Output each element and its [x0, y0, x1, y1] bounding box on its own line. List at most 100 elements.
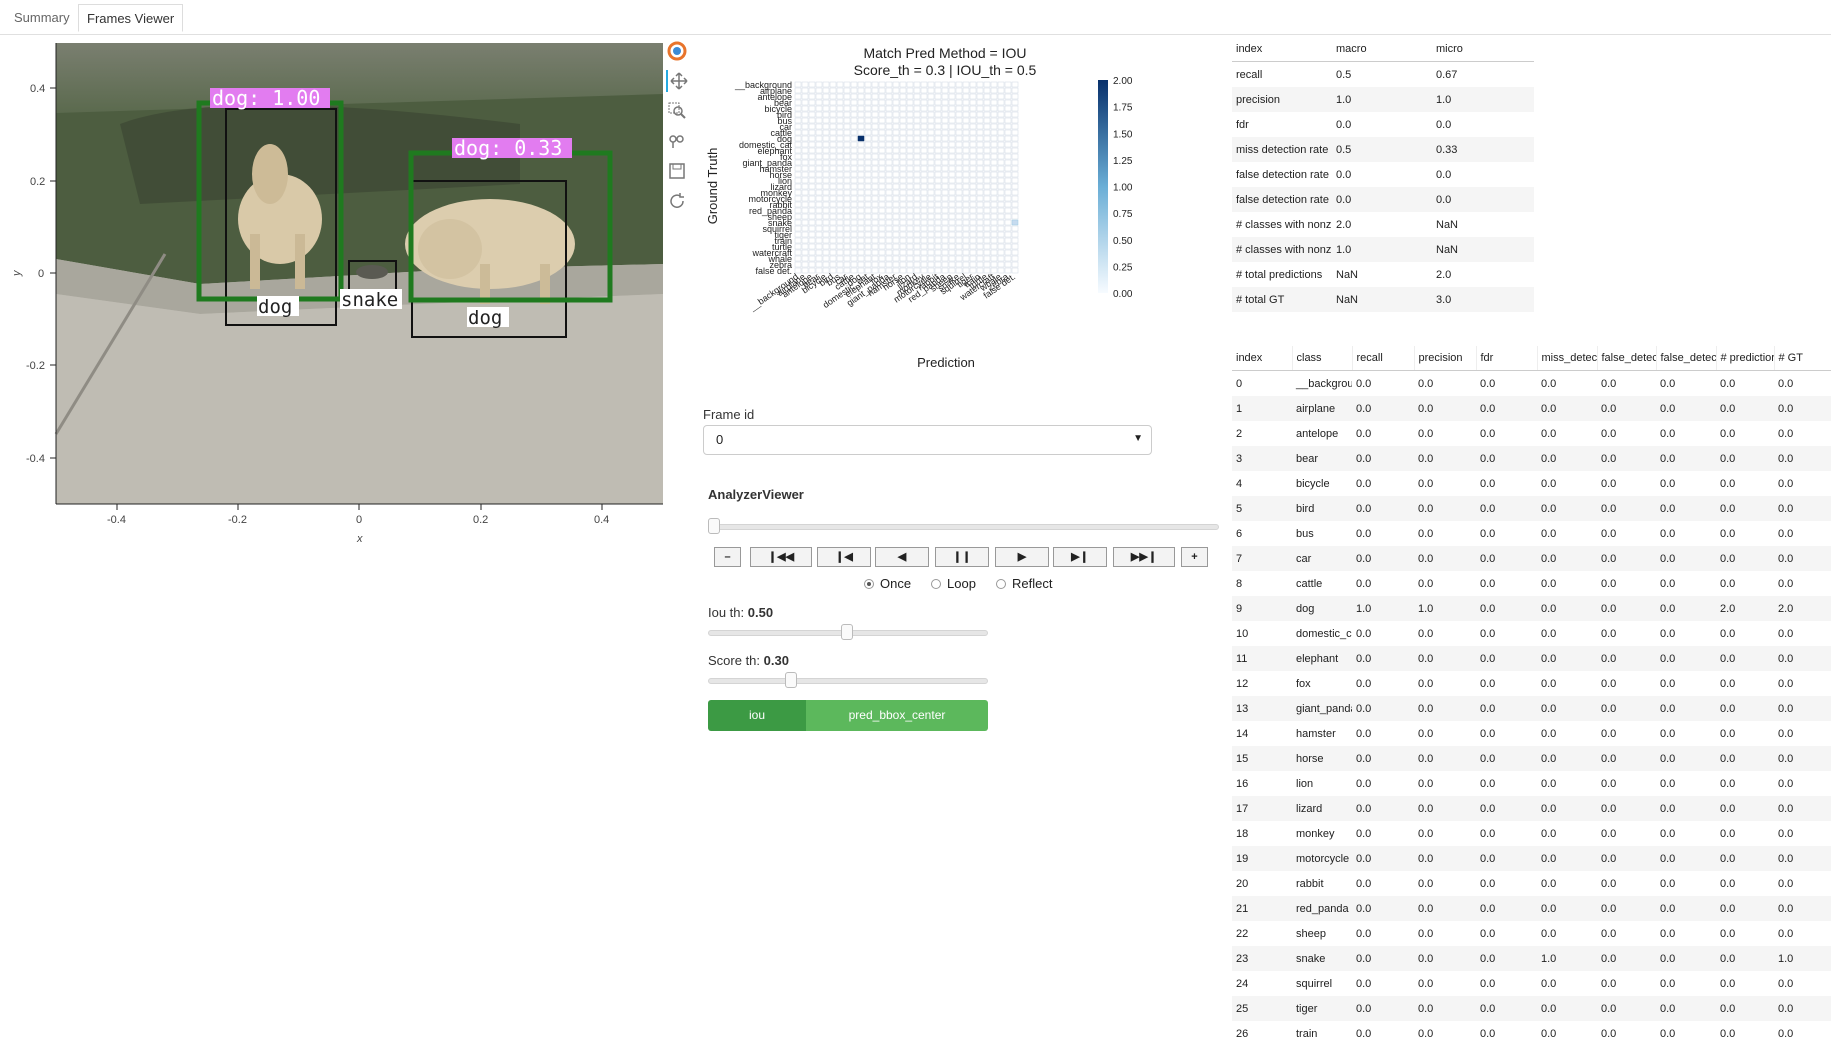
player-button-4[interactable]: ❙❙	[935, 547, 989, 567]
heatmap-cell	[850, 99, 858, 106]
class-row[interactable]: 22 sheep 0.0 0.0 0.0 0.0 0.0 0.0 0.0 0.0	[1232, 921, 1831, 946]
class-row[interactable]: 25 tiger 0.0 0.0 0.0 0.0 0.0 0.0 0.0 0.0	[1232, 996, 1831, 1021]
score-slider-track[interactable]	[708, 678, 988, 684]
frame-image-plot[interactable]: dog: 1.00 dog: 0.33 dog snake dog -0.4 -…	[0, 34, 690, 554]
player-slider-handle[interactable]	[708, 518, 720, 534]
score-slider-handle[interactable]	[785, 672, 798, 688]
class-row[interactable]: 26 train 0.0 0.0 0.0 0.0 0.0 0.0 0.0 0.0	[1232, 1021, 1831, 1046]
class-row[interactable]: 1 airplane 0.0 0.0 0.0 0.0 0.0 0.0 0.0 0.0	[1232, 396, 1831, 421]
class-row[interactable]: 13 giant_panda 0.0 0.0 0.0 0.0 0.0 0.0 0.0 0.0	[1232, 696, 1831, 721]
class-row[interactable]: 6 bus 0.0 0.0 0.0 0.0 0.0 0.0 0.0 0.0	[1232, 521, 1831, 546]
class-row[interactable]: 16 lion 0.0 0.0 0.0 0.0 0.0 0.0 0.0 0.0	[1232, 771, 1831, 796]
summary-row[interactable]: # total GT NaN 3.0	[1232, 287, 1534, 312]
summary-row[interactable]: false detection rate 0.0 0.0	[1232, 162, 1534, 187]
class-row[interactable]: 12 fox 0.0 0.0 0.0 0.0 0.0 0.0 0.0 0.0	[1232, 671, 1831, 696]
class-row[interactable]: 2 antelope 0.0 0.0 0.0 0.0 0.0 0.0 0.0 0.0	[1232, 421, 1831, 446]
summary-row[interactable]: # total predictions NaN 2.0	[1232, 262, 1534, 287]
class-row[interactable]: 23 snake 0.0 0.0 0.0 1.0 0.0 0.0 0.0 1.0	[1232, 946, 1831, 971]
class-row[interactable]: 24 squirrel 0.0 0.0 0.0 0.0 0.0 0.0 0.0 0.0	[1232, 971, 1831, 996]
radio-loop-dot[interactable]	[931, 578, 941, 589]
summary-row[interactable]: # classes with nonz 1.0 NaN	[1232, 237, 1534, 262]
column-header[interactable]: fdr	[1476, 346, 1538, 371]
class-row[interactable]: 0 __backgrou 0.0 0.0 0.0 0.0 0.0 0.0 0.0 0.0	[1232, 371, 1831, 397]
summary-row[interactable]: recall 0.5 0.67	[1232, 62, 1534, 88]
class-row[interactable]: 3 bear 0.0 0.0 0.0 0.0 0.0 0.0 0.0 0.0	[1232, 446, 1831, 471]
column-header[interactable]: # predictior	[1716, 346, 1775, 371]
class-row[interactable]: 11 elephant 0.0 0.0 0.0 0.0 0.0 0.0 0.0 0.0	[1232, 646, 1831, 671]
pan-icon[interactable]	[666, 70, 690, 92]
summary-row[interactable]: miss detection rate 0.5 0.33	[1232, 137, 1534, 162]
class-row[interactable]: 14 hamster 0.0 0.0 0.0 0.0 0.0 0.0 0.0 0.0	[1232, 721, 1831, 746]
heatmap-cell	[997, 105, 1005, 112]
column-header[interactable]: precision	[1414, 346, 1477, 371]
heatmap-cell	[913, 219, 921, 226]
radio-loop[interactable]: Loop	[931, 576, 976, 591]
player-button-5[interactable]: ▶	[995, 547, 1049, 567]
player-button-6[interactable]: ▶❙	[1053, 547, 1107, 567]
column-header[interactable]: micro	[1432, 37, 1534, 62]
frame-id-select[interactable]: 0 ▼	[703, 425, 1152, 455]
class-row[interactable]: 5 bird 0.0 0.0 0.0 0.0 0.0 0.0 0.0 0.0	[1232, 496, 1831, 521]
class-row[interactable]: 7 car 0.0 0.0 0.0 0.0 0.0 0.0 0.0 0.0	[1232, 546, 1831, 571]
heatmap-cell	[941, 153, 949, 160]
summary-row[interactable]: precision 1.0 1.0	[1232, 87, 1534, 112]
summary-row[interactable]: fdr 0.0 0.0	[1232, 112, 1534, 137]
class-row[interactable]: 4 bicycle 0.0 0.0 0.0 0.0 0.0 0.0 0.0 0.0	[1232, 471, 1831, 496]
class-row[interactable]: 8 cattle 0.0 0.0 0.0 0.0 0.0 0.0 0.0 0.0	[1232, 571, 1831, 596]
column-header[interactable]: false_detec	[1597, 346, 1657, 371]
class-row[interactable]: 9 dog 1.0 1.0 0.0 0.0 0.0 0.0 2.0 2.0	[1232, 596, 1831, 621]
radio-once-dot[interactable]	[864, 578, 874, 589]
player-button-2[interactable]: ❙◀	[817, 547, 871, 567]
radio-reflect[interactable]: Reflect	[996, 576, 1052, 591]
heatmap-cell	[948, 123, 956, 130]
column-header[interactable]: # GT	[1774, 346, 1831, 371]
column-header[interactable]: miss_detec	[1537, 346, 1598, 371]
class-row[interactable]: 19 motorcycle 0.0 0.0 0.0 0.0 0.0 0.0 0.0 0.0	[1232, 846, 1831, 871]
tab-frames-viewer[interactable]: Frames Viewer	[78, 4, 184, 32]
column-header[interactable]: macro	[1332, 37, 1432, 62]
iou-slider-handle[interactable]	[841, 624, 853, 640]
heatmap-cell	[990, 135, 998, 142]
save-icon[interactable]	[666, 160, 688, 182]
heatmap-cell	[990, 171, 998, 178]
iou-button[interactable]: iou	[708, 700, 806, 731]
class-row[interactable]: 20 rabbit 0.0 0.0 0.0 0.0 0.0 0.0 0.0 0.0	[1232, 871, 1831, 896]
class-row[interactable]: 18 monkey 0.0 0.0 0.0 0.0 0.0 0.0 0.0 0.0	[1232, 821, 1831, 846]
pred-bbox-center-button[interactable]: pred_bbox_center	[806, 700, 988, 731]
class-row[interactable]: 10 domestic_c 0.0 0.0 0.0 0.0 0.0 0.0 0.0 0.0	[1232, 621, 1831, 646]
class-row[interactable]: 15 horse 0.0 0.0 0.0 0.0 0.0 0.0 0.0 0.0	[1232, 746, 1831, 771]
player-button-1[interactable]: ❙◀◀	[750, 547, 812, 567]
box-zoom-icon[interactable]	[666, 100, 688, 122]
tab-summary[interactable]: Summary	[6, 4, 78, 32]
reset-icon[interactable]	[666, 190, 688, 212]
heatmap-cell	[913, 249, 921, 256]
column-header[interactable]: false_detec	[1656, 346, 1717, 371]
bokeh-logo-icon[interactable]	[666, 40, 688, 62]
table-cell: 0.0	[1418, 777, 1434, 790]
heatmap-cell	[948, 135, 956, 142]
summary-row[interactable]: # classes with nonz 2.0 NaN	[1232, 212, 1534, 237]
heatmap-cell	[990, 201, 998, 208]
summary-row[interactable]: false detection rate 0.0 0.0	[1232, 187, 1534, 212]
column-header[interactable]: recall	[1352, 346, 1415, 371]
player-button-3[interactable]: ◀	[875, 547, 929, 567]
heatmap-cell	[829, 153, 837, 160]
radio-reflect-dot[interactable]	[996, 578, 1006, 589]
wheel-zoom-icon[interactable]	[666, 130, 688, 152]
column-header[interactable]: class	[1292, 346, 1353, 371]
heatmap-cell	[794, 237, 802, 244]
radio-once[interactable]: Once	[864, 576, 911, 591]
heatmap-cell	[822, 249, 830, 256]
heatmap-cell	[892, 213, 900, 220]
class-row[interactable]: 17 lizard 0.0 0.0 0.0 0.0 0.0 0.0 0.0 0.0	[1232, 796, 1831, 821]
player-button-0[interactable]: –	[714, 547, 741, 567]
player-button-8[interactable]: +	[1181, 547, 1208, 567]
column-header[interactable]: index	[1232, 37, 1332, 62]
column-header[interactable]: index	[1232, 346, 1293, 371]
player-button-7[interactable]: ▶▶❙	[1113, 547, 1175, 567]
class-row[interactable]: 21 red_panda 0.0 0.0 0.0 0.0 0.0 0.0 0.0 0.0	[1232, 896, 1831, 921]
player-slider-track[interactable]	[708, 524, 1219, 530]
heatmap-cell	[976, 141, 984, 148]
heatmap-cell	[864, 207, 872, 214]
heatmap-cell	[864, 129, 872, 136]
